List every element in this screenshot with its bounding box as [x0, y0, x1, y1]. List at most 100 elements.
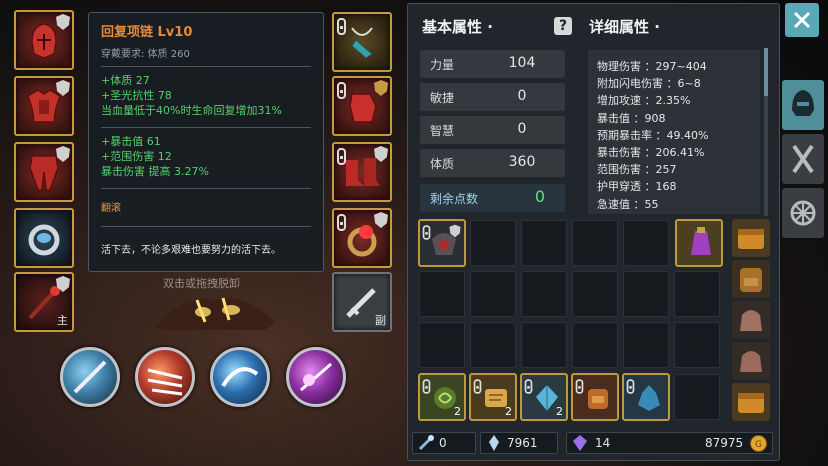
inventory-cell[interactable] — [674, 374, 720, 420]
equip-slot-legs[interactable] — [14, 142, 74, 202]
skill-arcane[interactable] — [286, 347, 346, 407]
bonus-line: 当血量低于40%时生命回复增加31% — [101, 104, 282, 117]
equip-slot-chest[interactable] — [14, 76, 74, 136]
helmet-icon — [31, 23, 57, 59]
close-icon — [793, 11, 811, 29]
equip-slot-necklace[interactable] — [332, 12, 392, 72]
inventory-cell[interactable] — [674, 322, 720, 368]
bag-slot[interactable] — [732, 260, 770, 298]
resource-crystals: 7961 — [480, 432, 558, 454]
detail-stat: 增加攻速 ：2.35% — [597, 94, 691, 108]
tab-skills[interactable] — [782, 134, 824, 184]
detail-scrollbar[interactable] — [764, 48, 768, 216]
inventory-cell[interactable] — [521, 322, 567, 368]
gold-count: 87975 — [705, 436, 744, 450]
pouch-bag-icon — [740, 310, 762, 331]
item-count: 2 — [454, 405, 461, 418]
inventory-grid: 2 2 2 — [416, 217, 728, 429]
equip-slot-helmet[interactable] — [14, 10, 74, 70]
bag-slot[interactable] — [732, 301, 770, 339]
item-title: 回复项链 Lv10 — [101, 25, 193, 40]
detail-stat: 附加闪电伤害 ：6~8 — [597, 77, 701, 91]
bag-slot[interactable] — [732, 342, 770, 380]
claw-icon — [147, 368, 183, 396]
ice-shard-icon — [638, 385, 660, 411]
tab-settings[interactable] — [782, 188, 824, 238]
detail-attributes-title: 详细属性 · — [589, 18, 660, 36]
crossed-swords-icon — [792, 144, 814, 174]
crit-line: +范围伤害 12 — [101, 150, 172, 163]
inventory-cell[interactable] — [623, 271, 669, 317]
item-count: 2 — [556, 405, 563, 418]
equip-slot-main-weapon[interactable]: 主 — [14, 272, 74, 332]
inventory-cell[interactable] — [419, 271, 465, 317]
skill-wave[interactable] — [210, 347, 270, 407]
inventory-item-green-rune[interactable]: 2 — [418, 373, 466, 421]
remaining-points-value: 0 — [534, 187, 546, 206]
necklace-icon — [351, 27, 373, 59]
stat-label: 敏捷 — [430, 91, 455, 105]
inventory-item-blue-crystal[interactable]: 2 — [520, 373, 568, 421]
resource-purple-and-gold: 14 87975 G — [566, 432, 773, 454]
inventory-item-backpack[interactable] — [571, 373, 619, 421]
stat-value: 0 — [517, 121, 527, 137]
equip-slot-boots[interactable] — [332, 142, 392, 202]
bag-slot[interactable] — [732, 383, 770, 421]
detail-stat: 暴击值 ：908 — [597, 111, 666, 125]
inventory-item-chest-piece[interactable] — [418, 219, 466, 267]
divider — [101, 66, 311, 67]
bonus-line: +体质 27 — [101, 74, 150, 87]
stat-label: 智慧 — [430, 124, 455, 138]
equip-slot-amulet[interactable] — [332, 208, 392, 268]
help-icon[interactable]: ? — [554, 17, 572, 35]
equip-slot-ring[interactable] — [14, 208, 74, 268]
skill-fire-claw[interactable] — [135, 347, 195, 407]
bag-slot[interactable] — [732, 219, 770, 257]
inventory-cell[interactable] — [521, 271, 567, 317]
inventory-cell[interactable] — [674, 271, 720, 317]
inventory-cell[interactable] — [470, 220, 516, 266]
inventory-cell[interactable] — [470, 322, 516, 368]
tab-equipment[interactable] — [782, 80, 824, 130]
detail-stat: 范围伤害 ：257 — [597, 163, 677, 177]
gold-coin-icon: G — [750, 435, 767, 452]
remaining-points-label: 剩余点数 — [430, 192, 479, 206]
wheel-icon — [790, 200, 816, 226]
stat-constitution: 体质 360 — [420, 149, 565, 177]
inventory-item-scroll[interactable]: 2 — [469, 373, 517, 421]
equip-slot-off-weapon[interactable]: 副 — [332, 272, 392, 332]
gauntlet-icon — [349, 93, 377, 123]
inventory-cell[interactable] — [521, 220, 567, 266]
sword-gem-icon — [418, 435, 434, 451]
detail-stat: 护甲穿透 ：168 — [597, 180, 677, 194]
item-skill-tag: 翻滚 — [101, 203, 121, 214]
chest-armor-icon — [27, 89, 61, 123]
arcane-icon — [300, 362, 332, 392]
detail-stats-list[interactable]: 物理伤害 ：297~404 附加闪电伤害 ：6~8 增加攻速 ：2.35% 暴击… — [588, 50, 760, 214]
inventory-item-potion[interactable] — [675, 219, 723, 267]
inventory-cell[interactable] — [572, 271, 618, 317]
inventory-cell[interactable] — [623, 322, 669, 368]
divider — [101, 226, 311, 227]
inventory-cell[interactable] — [419, 322, 465, 368]
slash-icon — [73, 360, 107, 394]
detail-stat: 急速值 ：55 — [597, 197, 659, 211]
inventory-cell[interactable] — [623, 220, 669, 266]
leg-armor-icon — [29, 155, 59, 191]
stat-value: 0 — [517, 88, 527, 104]
boots-icon — [346, 158, 380, 186]
purple-gem-icon — [573, 435, 587, 451]
inventory-cell[interactable] — [470, 271, 516, 317]
crystal-cluster-icon — [489, 435, 499, 451]
skill-slash[interactable] — [60, 347, 120, 407]
divider — [101, 127, 311, 128]
inventory-cell[interactable] — [572, 220, 618, 266]
inventory-cell[interactable] — [572, 322, 618, 368]
stat-strength: 力量 104 — [420, 50, 565, 78]
close-button[interactable] — [785, 3, 819, 37]
inventory-item-ice-shard[interactable] — [622, 373, 670, 421]
equip-slot-gloves[interactable] — [332, 76, 392, 136]
detail-stat: 预期暴击率 ：49.40% — [597, 128, 709, 142]
item-description: 活下去，不论多艰难也要努力的活下去。 — [101, 245, 281, 256]
scrollbar-thumb[interactable] — [764, 48, 768, 96]
